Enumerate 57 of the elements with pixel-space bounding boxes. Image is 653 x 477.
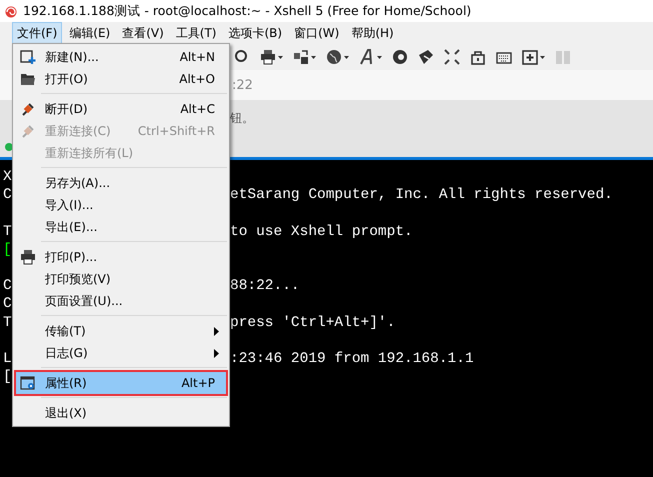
menu-bar-item[interactable]: 文件(F) <box>12 22 62 44</box>
menu-bar-item[interactable]: 查看(V) <box>117 22 169 44</box>
terminal-text: etSarang Computer, Inc. All rights reserved. <box>230 186 613 204</box>
window-gear-icon <box>20 375 36 391</box>
shell-icon[interactable] <box>392 49 408 65</box>
lock-icon[interactable] <box>470 49 486 65</box>
menu-item[interactable]: 导入(I)... <box>15 194 227 216</box>
menu-item[interactable]: 断开(D) Alt+C <box>15 98 227 120</box>
menu-bar-item[interactable]: 窗口(W) <box>289 22 344 44</box>
terminal-text: T <box>3 224 12 240</box>
plus-window-icon[interactable] <box>522 49 538 65</box>
caret-icon[interactable] <box>377 56 382 58</box>
caret-icon[interactable] <box>278 56 283 58</box>
menu-item[interactable]: 日志(G) <box>15 342 227 364</box>
plug-icon <box>20 123 36 139</box>
menu-item[interactable]: 退出(X) <box>15 402 227 424</box>
hint-text: 钮。 <box>230 110 254 126</box>
pen-icon[interactable] <box>418 49 434 65</box>
expand-icon[interactable] <box>444 49 460 65</box>
caret-icon[interactable] <box>344 56 349 58</box>
menu-item[interactable]: 打开(O) Alt+O <box>15 68 227 90</box>
menu-bar-item[interactable]: 编辑(E) <box>64 22 116 44</box>
window-title: 192.168.1.188测试 - root@localhost:~ - Xshell 5 (Free for Home/School) <box>23 2 472 20</box>
terminal-text: [ <box>3 242 12 258</box>
new-window-icon <box>20 49 36 65</box>
plug-icon <box>20 101 36 117</box>
terminal-text: :23:46 2019 from 192.168.1.1 <box>230 350 474 368</box>
caret-icon[interactable] <box>540 56 545 58</box>
terminal-text: [ <box>3 369 12 386</box>
printer-icon <box>20 249 36 265</box>
menu-item[interactable]: 打印(P)... <box>15 246 227 268</box>
transfer-icon[interactable] <box>293 49 309 65</box>
terminal-text: 88:22... <box>230 277 300 296</box>
terminal-text: to use Xshell prompt. <box>230 222 413 241</box>
terminal-text: C <box>3 296 12 312</box>
terminal-text: C <box>3 187 12 204</box>
address-text: :22 <box>232 78 253 92</box>
terminal-text: T <box>3 314 12 330</box>
swirl-logo-icon <box>4 4 18 18</box>
terminal-text: X <box>3 169 12 185</box>
menu-bar-item[interactable]: 帮助(H) <box>346 22 399 44</box>
menu-item[interactable]: 打印预览(V) <box>15 268 227 290</box>
terminal-text: C <box>3 278 12 294</box>
menu-item[interactable]: 另存为(A)... <box>15 172 227 194</box>
caret-icon[interactable] <box>311 56 316 58</box>
menu-item[interactable]: 页面设置(U)... <box>15 290 227 312</box>
menu-item[interactable]: 属性(R) Alt+P <box>15 372 227 394</box>
printer-icon[interactable] <box>260 49 276 65</box>
menu-bar-item[interactable]: 选项卡(B) <box>224 22 288 44</box>
menu-item[interactable]: 导出(E)... <box>15 216 227 238</box>
terminal-text: press 'Ctrl+Alt+]'. <box>230 314 396 332</box>
menu-bar-item[interactable]: 工具(T) <box>170 22 222 44</box>
terminal-text: L <box>3 350 12 367</box>
menu-item[interactable]: 传输(T) <box>15 320 227 342</box>
folder-icon <box>20 71 36 87</box>
search-icon[interactable] <box>234 49 250 65</box>
font-icon[interactable] <box>359 49 375 65</box>
